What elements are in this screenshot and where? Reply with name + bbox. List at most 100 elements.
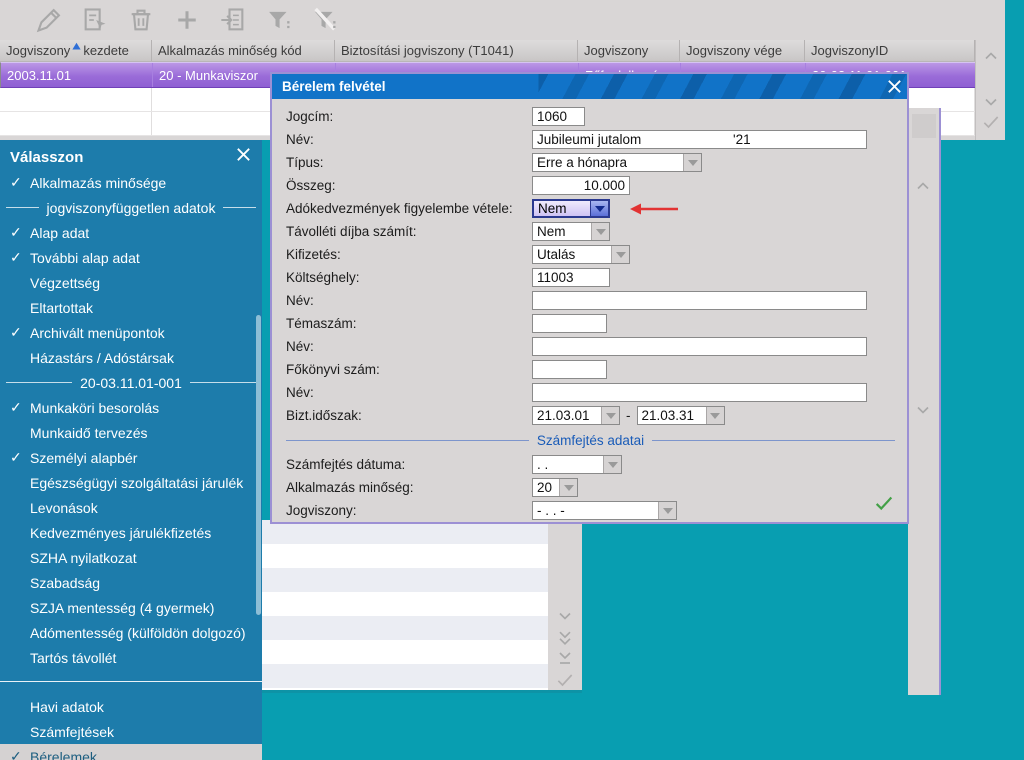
record-edit-icon[interactable] bbox=[80, 5, 110, 35]
dialog-field-row: Alkalmazás minőség:20 bbox=[286, 476, 895, 499]
column-header[interactable]: Biztosítási jogviszony (T1041) bbox=[335, 40, 578, 61]
chevron-down-icon[interactable] bbox=[559, 479, 577, 496]
triangle-down-icon bbox=[595, 206, 605, 212]
confirm-check-icon[interactable] bbox=[873, 492, 895, 514]
field-label: Alkalmazás minőség: bbox=[286, 480, 532, 495]
field-label: Témaszám: bbox=[286, 316, 532, 331]
sidebar-item-label: Havi adatok bbox=[30, 699, 262, 715]
dropdown[interactable]: - . . - bbox=[532, 501, 677, 520]
column-header-label: kezdete bbox=[83, 43, 129, 58]
text-input[interactable]: 10.000 bbox=[532, 176, 630, 195]
chevron-down-icon[interactable] bbox=[611, 246, 629, 263]
text-input[interactable] bbox=[532, 314, 607, 333]
sidebar-item-label: Személyi alapbér bbox=[30, 450, 262, 466]
sidebar-item[interactable]: Eltartottak bbox=[0, 295, 262, 320]
table-cell bbox=[0, 88, 152, 111]
column-header[interactable]: Jogviszony bbox=[578, 40, 680, 61]
sidebar-item[interactable]: Havi adatok bbox=[0, 694, 262, 719]
text-input[interactable] bbox=[532, 337, 867, 356]
dropdown[interactable]: Nem bbox=[532, 222, 610, 241]
chevron-double-down-icon[interactable] bbox=[555, 628, 575, 648]
chevron-up-icon[interactable] bbox=[981, 46, 1001, 66]
sidebar-item[interactable]: Munkaidő tervezés bbox=[0, 420, 262, 445]
check-icon[interactable] bbox=[555, 670, 575, 690]
sidebar-item[interactable]: Kedvezményes járulékfizetés bbox=[0, 520, 262, 545]
sidebar-item[interactable]: Szabadság bbox=[0, 570, 262, 595]
text-input[interactable]: 1060 bbox=[532, 107, 585, 126]
clear-filter-icon[interactable] bbox=[310, 5, 340, 35]
sidebar-item-label: Eltartottak bbox=[30, 300, 262, 316]
chevron-down-icon[interactable] bbox=[913, 400, 933, 420]
sidebar-item-label: Levonások bbox=[30, 500, 262, 516]
sidebar-item[interactable]: ✓Személyi alapbér bbox=[0, 445, 262, 470]
filter-icon[interactable] bbox=[264, 5, 294, 35]
chevron-down-icon[interactable] bbox=[601, 407, 619, 424]
chevron-up-icon[interactable] bbox=[913, 176, 933, 196]
close-icon[interactable] bbox=[881, 74, 907, 99]
highlighted-dropdown[interactable]: Nem bbox=[532, 199, 610, 218]
column-header-label: Biztosítási jogviszony (T1041) bbox=[341, 43, 514, 58]
edit-pencil-icon[interactable] bbox=[34, 5, 64, 35]
chevron-down-icon[interactable] bbox=[555, 606, 575, 626]
dialog-section-separator: Számfejtés adatai bbox=[286, 427, 895, 453]
sidebar-item[interactable]: Végzettség bbox=[0, 270, 262, 295]
sidebar-item[interactable]: ✓További alap adat bbox=[0, 245, 262, 270]
column-header-label: Alkalmazás minőség kód bbox=[158, 43, 302, 58]
close-icon[interactable] bbox=[235, 146, 252, 168]
sidebar-scrollbar-thumb[interactable] bbox=[256, 315, 261, 615]
chevron-down-icon[interactable] bbox=[683, 154, 701, 171]
column-header[interactable]: JogviszonyID bbox=[805, 40, 975, 61]
field-label: Bizt.időszak: bbox=[286, 408, 532, 423]
dialog-titlebar[interactable]: Bérelem felvétel bbox=[272, 74, 907, 99]
text-input[interactable] bbox=[532, 360, 607, 379]
input-value: 1060 bbox=[537, 109, 567, 124]
dropdown[interactable]: 21.03.31 bbox=[637, 406, 725, 425]
add-plus-icon[interactable] bbox=[172, 5, 202, 35]
text-input[interactable]: 11003 bbox=[532, 268, 610, 287]
dropdown[interactable]: 20 bbox=[532, 478, 578, 497]
sidebar-item[interactable]: Levonások bbox=[0, 495, 262, 520]
chevron-down-icon[interactable] bbox=[590, 201, 608, 216]
chevron-down-icon[interactable] bbox=[706, 407, 724, 424]
sidebar-item[interactable]: Tartós távollét bbox=[0, 645, 262, 670]
background-window-close-button[interactable] bbox=[912, 114, 936, 138]
sidebar-item[interactable]: ✓Alap adat bbox=[0, 220, 262, 245]
sidebar-item[interactable]: Számfejtések bbox=[0, 719, 262, 744]
text-input[interactable]: Jubileumi jutalom'21 bbox=[532, 130, 867, 149]
sidebar-item-label: Adómentesség (külföldön dolgozó) bbox=[30, 625, 262, 641]
text-input[interactable] bbox=[532, 291, 867, 310]
text-input[interactable] bbox=[532, 383, 867, 402]
sidebar-item[interactable]: ✓Bérelemek bbox=[0, 744, 262, 760]
dropdown[interactable]: Erre a hónapra bbox=[532, 153, 702, 172]
sidebar-item[interactable]: ✓Alkalmazás minősége bbox=[0, 170, 262, 195]
column-header-label: Jogviszony bbox=[584, 43, 648, 58]
chevron-down-icon[interactable] bbox=[981, 92, 1001, 112]
column-header[interactable]: Alkalmazás minőség kód bbox=[152, 40, 335, 61]
column-header[interactable]: Jogviszonykezdete bbox=[0, 40, 152, 61]
check-icon[interactable] bbox=[981, 112, 1001, 132]
dropdown[interactable]: . . bbox=[532, 455, 622, 474]
dialog-field-row: Név: bbox=[286, 335, 895, 358]
triangle-down-icon bbox=[616, 252, 626, 258]
dropdown[interactable]: Utalás bbox=[532, 245, 630, 264]
triangle-down-icon bbox=[606, 413, 616, 419]
dropdown[interactable]: 21.03.01 bbox=[532, 406, 620, 425]
chevron-down-icon[interactable] bbox=[591, 223, 609, 240]
sidebar-item-label: SZHA nyilatkozat bbox=[30, 550, 262, 566]
sidebar-item[interactable]: SZJA mentesség (4 gyermek) bbox=[0, 595, 262, 620]
sidebar-item[interactable]: SZHA nyilatkozat bbox=[0, 545, 262, 570]
sidebar-item[interactable]: ✓Munkaköri besorolás bbox=[0, 395, 262, 420]
separator-line bbox=[652, 440, 895, 441]
dialog-field-row: Név: bbox=[286, 289, 895, 312]
delete-trash-icon[interactable] bbox=[126, 5, 156, 35]
sidebar-item[interactable]: Egészségügyi szolgáltatási járulék bbox=[0, 470, 262, 495]
column-header[interactable]: Jogviszony vége bbox=[680, 40, 805, 61]
chevron-down-icon[interactable] bbox=[603, 456, 621, 473]
sidebar-item[interactable]: Házastárs / Adóstársak bbox=[0, 345, 262, 370]
chevron-down-end-icon[interactable] bbox=[555, 648, 575, 668]
sidebar-item-label: Számfejtések bbox=[30, 724, 262, 740]
import-document-icon[interactable] bbox=[218, 5, 248, 35]
chevron-down-icon[interactable] bbox=[658, 502, 676, 519]
sidebar-item[interactable]: Adómentesség (külföldön dolgozó) bbox=[0, 620, 262, 645]
sidebar-item[interactable]: ✓Archivált menüpontok bbox=[0, 320, 262, 345]
